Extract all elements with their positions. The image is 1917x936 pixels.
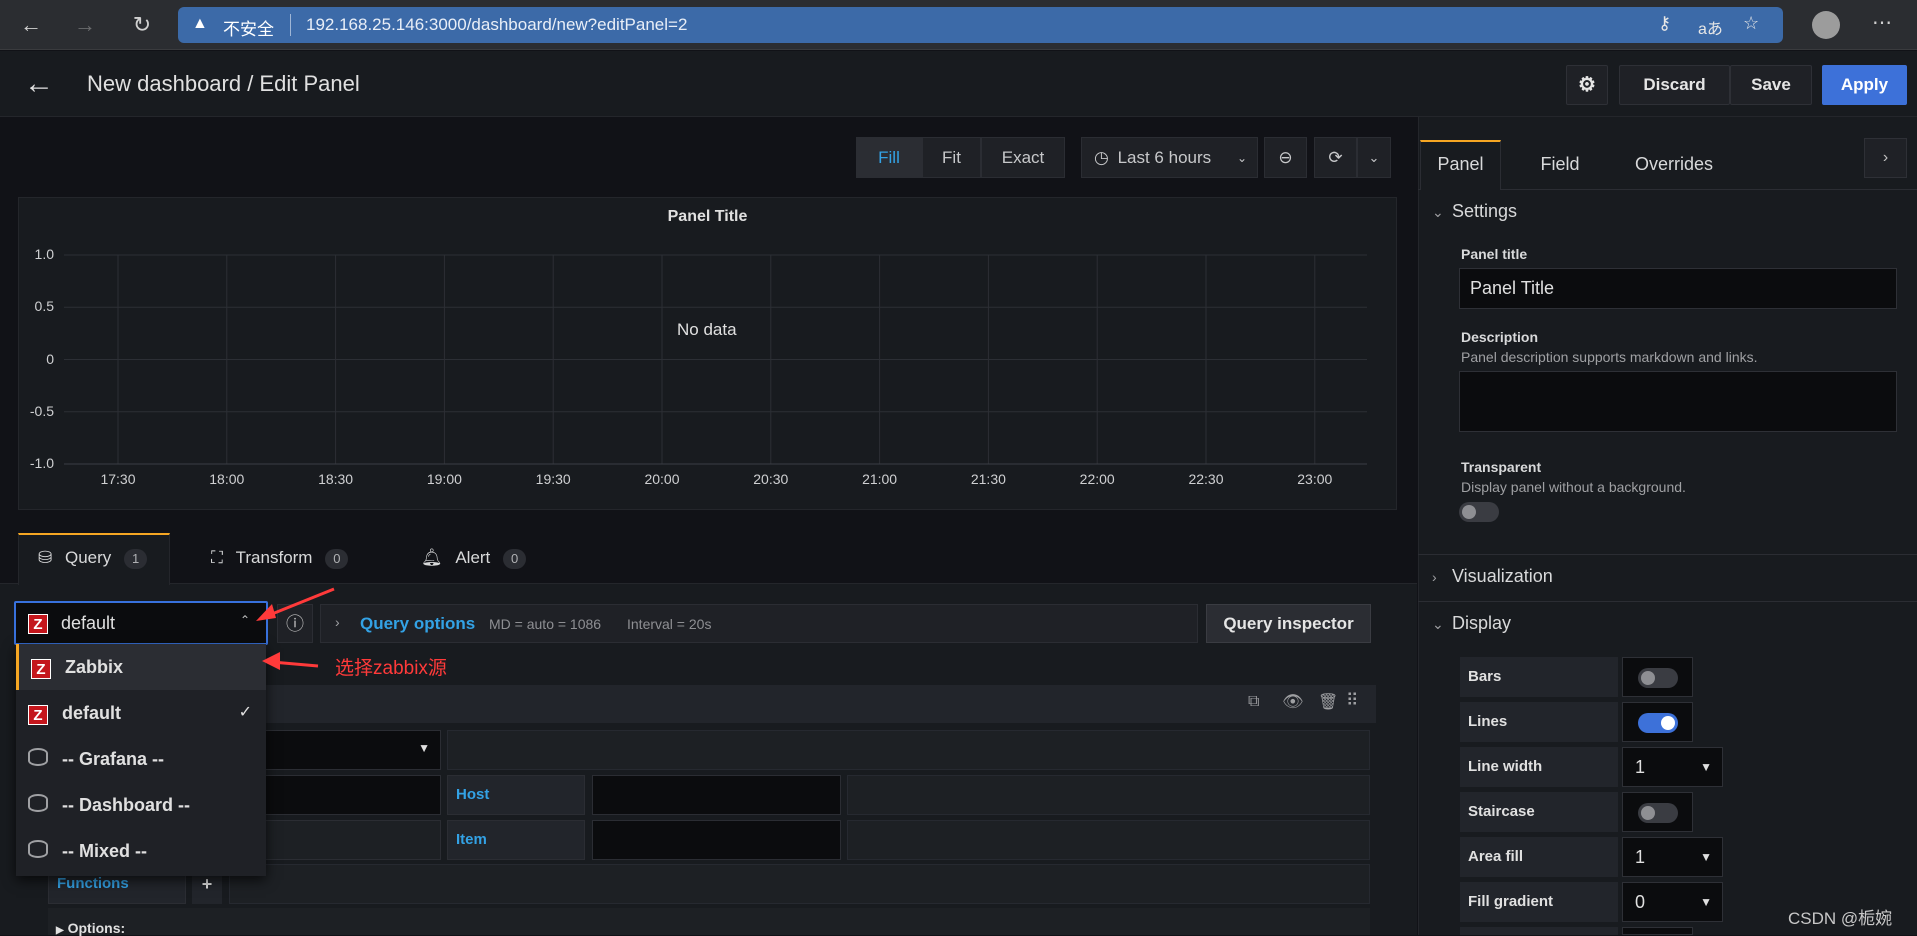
line-width-select[interactable]: 1 ▼: [1622, 747, 1723, 787]
annotation-text: 选择zabbix源: [335, 658, 447, 679]
description-help: Panel description supports markdown and …: [1461, 349, 1758, 365]
chevron-down-icon: ⌄: [1432, 616, 1444, 632]
staircase-label: Staircase: [1460, 792, 1618, 832]
description-label: Description: [1461, 329, 1539, 345]
lines-label: Lines: [1460, 702, 1618, 742]
chevron-down-icon: ⌄: [1432, 204, 1444, 220]
staircase-toggle[interactable]: [1638, 803, 1678, 823]
description-textarea[interactable]: [1459, 371, 1897, 432]
visualization-section-header[interactable]: › Visualization: [1432, 566, 1553, 587]
transparent-toggle[interactable]: [1459, 502, 1499, 522]
area-fill-label: Area fill: [1460, 837, 1618, 877]
chevron-right-icon: ›: [1432, 569, 1437, 585]
caret-down-icon: ▼: [1700, 850, 1712, 864]
line-width-label: Line width: [1460, 747, 1618, 787]
display-section-header[interactable]: ⌄ Display: [1432, 613, 1511, 634]
settings-section-header[interactable]: ⌄ Settings: [1432, 201, 1517, 222]
transparent-label: Transparent: [1461, 459, 1542, 475]
lines-toggle[interactable]: [1638, 713, 1678, 733]
tab-field[interactable]: Field: [1520, 140, 1600, 190]
fill-gradient-label: Fill gradient: [1460, 882, 1618, 922]
transparent-help: Display panel without a background.: [1461, 479, 1686, 495]
panel-title-label: Panel title: [1461, 246, 1528, 262]
fill-gradient-select[interactable]: 0 ▼: [1622, 882, 1723, 922]
area-fill-select[interactable]: 1 ▼: [1622, 837, 1723, 877]
bars-toggle[interactable]: [1638, 668, 1678, 688]
collapse-sidebar-icon[interactable]: ›: [1864, 138, 1907, 178]
caret-down-icon: ▼: [1700, 895, 1712, 909]
bars-label: Bars: [1460, 657, 1618, 697]
watermark: CSDN @栀婉: [1788, 909, 1893, 928]
tab-panel[interactable]: Panel: [1420, 140, 1501, 190]
panel-title-input[interactable]: Panel Title: [1459, 268, 1897, 309]
tab-overrides[interactable]: Overrides: [1620, 140, 1728, 190]
caret-down-icon: ▼: [1700, 760, 1712, 774]
